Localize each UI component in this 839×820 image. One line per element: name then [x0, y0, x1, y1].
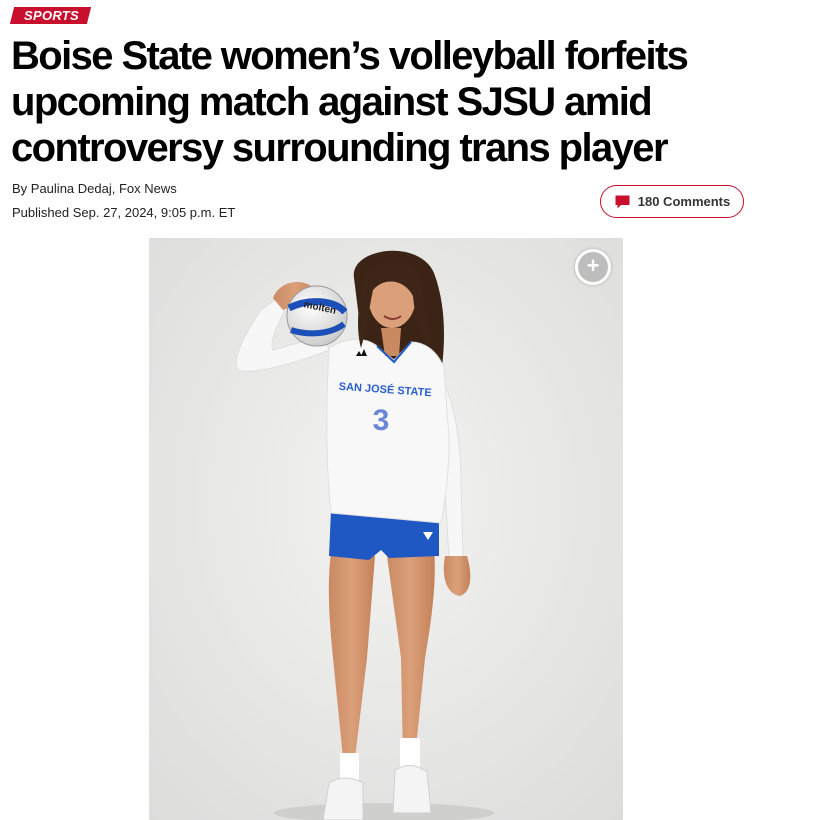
comments-button[interactable]: 180 Comments [600, 185, 744, 218]
jersey-number: 3 [373, 404, 390, 437]
comment-bubble-icon [614, 194, 631, 210]
section-tag-label: SPORTS [24, 8, 80, 23]
article-photo[interactable]: molten SAN JOSÉ STATE 3 [149, 238, 623, 820]
section-tag[interactable]: SPORTS [9, 7, 92, 24]
comments-count-label: 180 Comments [637, 194, 731, 209]
expand-image-button[interactable]: + [575, 249, 611, 285]
published-date: Published Sep. 27, 2024, 9:05 p.m. ET [12, 205, 236, 220]
article-byline[interactable]: By Paulina Dedaj, Fox News [12, 181, 177, 197]
plus-icon: + [586, 253, 600, 278]
article-headline: Boise State women’s volleyball forfeits … [11, 34, 689, 170]
